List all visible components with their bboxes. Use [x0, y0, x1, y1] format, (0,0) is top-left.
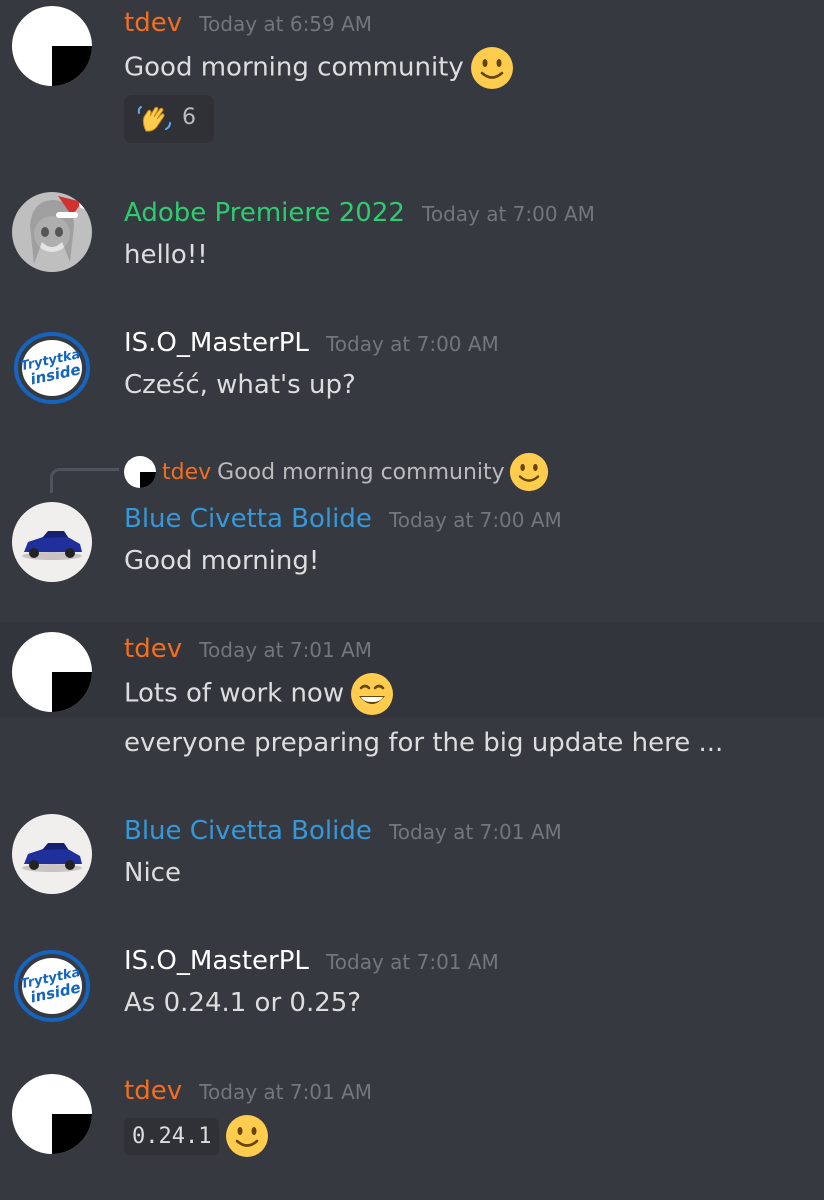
- timestamp[interactable]: Today at 7:01 AM: [199, 638, 372, 662]
- reply-username[interactable]: tdev: [162, 460, 211, 485]
- grinning-squinting-face-icon: [350, 672, 394, 716]
- message-text: Good morning community: [124, 52, 464, 83]
- avatar[interactable]: [12, 1074, 92, 1154]
- message-text: Good morning!: [124, 546, 320, 576]
- message-content: Good morning community: [124, 46, 514, 90]
- waving-hand-icon: [137, 106, 171, 132]
- reply-avatar: [124, 456, 156, 488]
- reaction-button[interactable]: 6: [124, 95, 214, 143]
- timestamp[interactable]: Today at 7:01 AM: [389, 820, 562, 844]
- message-text: Nice: [124, 858, 181, 888]
- timestamp[interactable]: Today at 7:01 AM: [199, 1080, 372, 1104]
- reply-connector: [50, 468, 119, 493]
- timestamp[interactable]: Today at 7:00 AM: [389, 508, 562, 532]
- slightly-smiling-face-icon: [509, 452, 549, 492]
- message-text: hello!!: [124, 240, 208, 270]
- username[interactable]: IS.O_MasterPL: [124, 946, 309, 976]
- timestamp[interactable]: Today at 7:01 AM: [326, 950, 499, 974]
- username[interactable]: Adobe Premiere 2022: [124, 198, 405, 228]
- inline-code: 0.24.1: [124, 1117, 220, 1155]
- avatar[interactable]: [12, 502, 92, 582]
- username[interactable]: Blue Civetta Bolide: [124, 816, 372, 846]
- message-text: As 0.24.1 or 0.25?: [124, 988, 362, 1018]
- slightly-smiling-face-icon: [225, 1114, 269, 1158]
- username[interactable]: Blue Civetta Bolide: [124, 504, 372, 534]
- avatar[interactable]: [12, 814, 92, 894]
- slightly-smiling-face-icon: [470, 46, 514, 90]
- reaction-count: 6: [182, 105, 196, 130]
- avatar[interactable]: [12, 632, 92, 712]
- avatar[interactable]: Trytytka inside: [12, 946, 92, 1026]
- message-text: Lots of work now: [124, 678, 345, 709]
- avatar[interactable]: [12, 6, 92, 86]
- message-text: everyone preparing for the big update he…: [124, 728, 724, 758]
- reply-preview[interactable]: tdev Good morning community: [124, 452, 549, 492]
- username[interactable]: tdev: [124, 634, 182, 664]
- avatar[interactable]: [12, 192, 92, 272]
- timestamp[interactable]: Today at 7:00 AM: [326, 332, 499, 356]
- username[interactable]: tdev: [124, 8, 182, 38]
- message-text: Cześć, what's up?: [124, 370, 356, 400]
- username[interactable]: IS.O_MasterPL: [124, 328, 309, 358]
- timestamp[interactable]: Today at 7:00 AM: [422, 202, 595, 226]
- reply-text[interactable]: Good morning community: [217, 460, 505, 485]
- avatar[interactable]: Trytytka inside: [12, 328, 92, 408]
- chat-messages: tdev Today at 6:59 AM Good morning commu…: [0, 0, 824, 1200]
- timestamp[interactable]: Today at 6:59 AM: [199, 12, 372, 36]
- username[interactable]: tdev: [124, 1076, 182, 1106]
